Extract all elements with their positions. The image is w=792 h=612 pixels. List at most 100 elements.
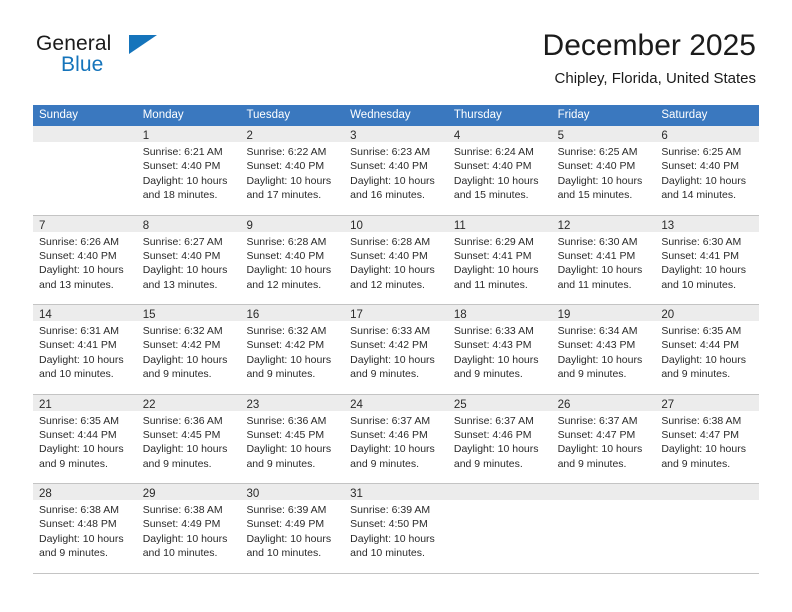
day-details: Sunrise: 6:37 AM Sunset: 4:46 PM Daylight:… xyxy=(448,411,552,472)
calendar-day-cell[interactable]: 9 Sunrise: 6:28 AM Sunset: 4:40 PM Daylight… xyxy=(240,215,345,304)
daylight-duration-line2: and 12 minutes. xyxy=(350,278,425,291)
calendar-day-cell[interactable]: 30 Sunrise: 6:39 AM Sunset: 4:49 PM Dayligh… xyxy=(240,484,345,573)
calendar-day-cell[interactable]: 10 Sunrise: 6:28 AM Sunset: 4:40 PM Dayligh… xyxy=(344,215,448,304)
day-number: 15 xyxy=(142,309,156,321)
daylight-duration-line2: and 9 minutes. xyxy=(350,457,420,470)
calendar-day-cell[interactable]: 8 Sunrise: 6:27 AM Sunset: 4:40 PM Daylight… xyxy=(136,215,241,304)
calendar-day-cell[interactable]: 17 Sunrise: 6:33 AM Sunset: 4:42 PM Dayligh… xyxy=(344,305,448,394)
calendar-day-cell[interactable]: 15 Sunrise: 6:32 AM Sunset: 4:42 PM Dayligh… xyxy=(136,305,241,394)
daylight-duration-line1: Daylight: 10 hours xyxy=(350,532,435,545)
weekday-header-tuesday: Tuesday xyxy=(246,109,291,121)
calendar-day-cell[interactable]: 27 Sunrise: 6:38 AM Sunset: 4:47 PM Dayligh… xyxy=(655,394,760,483)
day-number: 25 xyxy=(453,398,467,411)
calendar-day-cell[interactable]: 22 Sunrise: 6:36 AM Sunset: 4:45 PM Dayligh… xyxy=(136,394,241,483)
day-details: Sunrise: 6:34 AM Sunset: 4:43 PM Daylight:… xyxy=(552,321,656,382)
calendar-day-cell[interactable]: 3 Sunrise: 6:23 AM Sunset: 4:40 PM Daylight… xyxy=(344,126,448,215)
daylight-duration-line1: Daylight: 10 hours xyxy=(142,353,228,366)
calendar-day-cell[interactable]: 12 Sunrise: 6:30 AM Sunset: 4:41 PM Dayligh… xyxy=(551,215,656,304)
sunset-time: Sunset: 4:42 PM xyxy=(142,339,221,352)
calendar-day-cell[interactable]: 13 Sunrise: 6:30 AM Sunset: 4:41 PM Dayligh… xyxy=(655,215,760,304)
sunset-time: Sunset: 4:40 PM xyxy=(557,160,636,173)
calendar-day-cell[interactable]: 2 Sunrise: 6:22 AM Sunset: 4:40 PM Daylight… xyxy=(240,126,345,215)
daylight-duration-line2: and 9 minutes. xyxy=(39,547,108,560)
day-number-band: 19 xyxy=(551,305,656,321)
daylight-duration-line2: and 9 minutes. xyxy=(142,368,212,381)
calendar-day-cell-empty xyxy=(447,484,552,573)
calendar-day-cell[interactable]: 1 Sunrise: 6:21 AM Sunset: 4:40 PM Daylight… xyxy=(136,126,241,215)
calendar-day-cell[interactable]: 7 Sunrise: 6:26 AM Sunset: 4:40 PM Daylight… xyxy=(33,215,137,304)
sunrise-time: Sunrise: 6:22 AM xyxy=(246,146,327,158)
day-number-band: 28 xyxy=(33,484,137,500)
day-details: Sunrise: 6:37 AM Sunset: 4:47 PM Daylight:… xyxy=(552,411,656,472)
calendar-day-cell[interactable]: 23 Sunrise: 6:36 AM Sunset: 4:45 PM Dayligh… xyxy=(240,394,345,483)
daylight-duration-line2: and 10 minutes. xyxy=(661,278,737,291)
day-number-band: 18 xyxy=(447,305,552,321)
calendar-day-cell[interactable]: 24 Sunrise: 6:37 AM Sunset: 4:46 PM Dayligh… xyxy=(344,394,448,483)
calendar-day-cell[interactable]: 26 Sunrise: 6:37 AM Sunset: 4:47 PM Dayligh… xyxy=(551,394,656,483)
calendar-day-cell[interactable]: 29 Sunrise: 6:38 AM Sunset: 4:49 PM Dayligh… xyxy=(136,484,241,573)
day-details: Sunrise: 6:35 AM Sunset: 4:44 PM Daylight:… xyxy=(33,411,137,472)
day-number: 12 xyxy=(557,219,571,232)
day-details: Sunrise: 6:26 AM Sunset: 4:40 PM Daylight:… xyxy=(33,232,137,293)
day-number-band xyxy=(33,126,137,142)
daylight-duration-line2: and 17 minutes. xyxy=(246,189,322,202)
day-number-band: 27 xyxy=(655,394,760,411)
daylight-duration-line1: Daylight: 10 hours xyxy=(39,264,124,277)
daylight-duration-line2: and 15 minutes. xyxy=(453,189,529,202)
calendar-day-cell[interactable]: 6 Sunrise: 6:25 AM Sunset: 4:40 PM Daylight… xyxy=(655,126,760,215)
day-details: Sunrise: 6:28 AM Sunset: 4:40 PM Daylight:… xyxy=(240,232,344,293)
sunrise-time: Sunrise: 6:37 AM xyxy=(557,414,638,427)
day-number: 16 xyxy=(246,309,260,321)
calendar-day-cell[interactable]: 25 Sunrise: 6:37 AM Sunset: 4:46 PM Dayligh… xyxy=(447,394,552,483)
calendar-day-cell[interactable]: 31 Sunrise: 6:39 AM Sunset: 4:50 PM Dayligh… xyxy=(344,484,448,573)
daylight-duration-line1: Daylight: 10 hours xyxy=(557,264,643,277)
calendar-day-cell[interactable]: 5 Sunrise: 6:25 AM Sunset: 4:40 PM Daylight… xyxy=(551,126,656,215)
daylight-duration-line2: and 9 minutes. xyxy=(453,368,523,381)
day-number: 29 xyxy=(142,488,156,500)
daylight-duration-line2: and 11 minutes. xyxy=(557,278,632,291)
day-details: Sunrise: 6:32 AM Sunset: 4:42 PM Daylight:… xyxy=(137,321,241,382)
calendar-day-cell[interactable]: 19 Sunrise: 6:34 AM Sunset: 4:43 PM Dayligh… xyxy=(551,305,656,394)
page-title: December 2025 xyxy=(542,29,756,62)
day-number-band: 4 xyxy=(447,126,552,142)
calendar-day-cell[interactable]: 11 Sunrise: 6:29 AM Sunset: 4:41 PM Dayligh… xyxy=(447,215,552,304)
calendar-day-cell[interactable]: 18 Sunrise: 6:33 AM Sunset: 4:43 PM Dayligh… xyxy=(447,305,552,394)
day-number: 11 xyxy=(453,219,466,232)
daylight-duration-line2: and 14 minutes. xyxy=(661,189,737,202)
daylight-duration-line1: Daylight: 10 hours xyxy=(246,264,332,277)
calendar-week-row: 28 Sunrise: 6:38 AM Sunset: 4:48 PM Dayligh… xyxy=(33,484,760,574)
day-number: 28 xyxy=(39,488,52,500)
day-details: Sunrise: 6:37 AM Sunset: 4:46 PM Daylight:… xyxy=(344,411,448,472)
calendar-day-cell[interactable]: 16 Sunrise: 6:32 AM Sunset: 4:42 PM Dayligh… xyxy=(240,305,345,394)
calendar-day-cell[interactable]: 28 Sunrise: 6:38 AM Sunset: 4:48 PM Dayligh… xyxy=(33,484,137,573)
day-details: Sunrise: 6:30 AM Sunset: 4:41 PM Daylight:… xyxy=(552,232,656,293)
day-number-band: 6 xyxy=(655,126,760,142)
daylight-duration-line1: Daylight: 10 hours xyxy=(142,443,228,456)
daylight-duration-line1: Daylight: 10 hours xyxy=(142,264,228,277)
sunrise-time: Sunrise: 6:31 AM xyxy=(39,325,119,337)
daylight-duration-line2: and 16 minutes. xyxy=(350,189,425,202)
daylight-duration-line1: Daylight: 10 hours xyxy=(453,264,539,277)
day-details: Sunrise: 6:30 AM Sunset: 4:41 PM Daylight:… xyxy=(655,232,759,293)
daylight-duration-line1: Daylight: 10 hours xyxy=(661,443,746,456)
sunset-time: Sunset: 4:41 PM xyxy=(39,339,117,352)
sunrise-time: Sunrise: 6:33 AM xyxy=(453,325,534,337)
calendar-day-cell[interactable]: 20 Sunrise: 6:35 AM Sunset: 4:44 PM Dayligh… xyxy=(655,305,760,394)
day-number-band: 20 xyxy=(655,305,760,321)
sunset-time: Sunset: 4:45 PM xyxy=(246,428,325,441)
sunrise-time: Sunrise: 6:25 AM xyxy=(661,146,742,158)
sunrise-time: Sunrise: 6:28 AM xyxy=(246,235,327,248)
daylight-duration-line1: Daylight: 10 hours xyxy=(661,264,746,277)
day-number: 18 xyxy=(453,309,467,321)
sunrise-time: Sunrise: 6:25 AM xyxy=(557,146,638,158)
daylight-duration-line2: and 15 minutes. xyxy=(557,189,633,202)
day-number-band xyxy=(655,484,760,500)
calendar-day-cell[interactable]: 14 Sunrise: 6:31 AM Sunset: 4:41 PM Dayligh… xyxy=(33,305,137,394)
sunset-time: Sunset: 4:43 PM xyxy=(557,339,636,352)
calendar-day-cell[interactable]: 21 Sunrise: 6:35 AM Sunset: 4:44 PM Dayligh… xyxy=(33,394,137,483)
calendar-day-cell[interactable]: 4 Sunrise: 6:24 AM Sunset: 4:40 PM Daylight… xyxy=(447,126,552,215)
day-number-band: 3 xyxy=(344,126,448,142)
day-number: 2 xyxy=(246,130,253,142)
daylight-duration-line2: and 9 minutes. xyxy=(246,457,316,470)
weekday-header-thursday: Thursday xyxy=(453,109,502,121)
